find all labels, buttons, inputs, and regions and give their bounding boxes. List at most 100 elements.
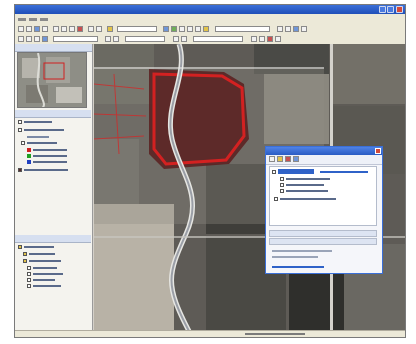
open-icon[interactable] xyxy=(26,26,32,32)
image-analysis-combo[interactable] xyxy=(193,36,243,42)
pan-icon[interactable] xyxy=(34,36,40,42)
tree-item-label[interactable] xyxy=(286,184,324,186)
band-label xyxy=(33,161,67,163)
folder-icon[interactable] xyxy=(18,245,22,249)
folder-icon[interactable] xyxy=(23,259,27,263)
copy-icon[interactable] xyxy=(61,26,67,32)
close-icon[interactable] xyxy=(396,6,403,13)
dataset-name[interactable] xyxy=(33,267,57,269)
save-icon[interactable] xyxy=(34,26,40,32)
layer-combo[interactable] xyxy=(215,26,270,32)
maximize-icon[interactable] xyxy=(387,6,394,13)
dataset-name[interactable] xyxy=(33,273,63,275)
tool-icon-a[interactable] xyxy=(277,26,283,32)
dataset-name[interactable] xyxy=(33,279,55,281)
tree-item-label[interactable] xyxy=(286,190,328,192)
dataset-icon[interactable] xyxy=(27,272,31,276)
paste-icon[interactable] xyxy=(69,26,75,32)
menu-view[interactable] xyxy=(40,18,48,21)
close-icon[interactable] xyxy=(375,148,381,154)
layer-checkbox[interactable] xyxy=(18,128,22,132)
menu-edit[interactable] xyxy=(29,18,37,21)
group-checkbox[interactable] xyxy=(21,141,25,145)
full-extent-icon[interactable] xyxy=(42,36,48,42)
draw-icon[interactable] xyxy=(267,36,273,42)
expand-icon[interactable] xyxy=(272,170,276,174)
dataset-icon[interactable] xyxy=(27,266,31,270)
node-icon xyxy=(274,197,278,201)
dialog-link[interactable] xyxy=(272,266,324,268)
layer-name[interactable] xyxy=(24,169,68,171)
map-scale-combo[interactable] xyxy=(117,26,157,32)
transparency-slider[interactable] xyxy=(125,36,165,42)
redo-icon[interactable] xyxy=(96,26,102,32)
text-icon[interactable] xyxy=(275,36,281,42)
table-of-contents xyxy=(15,110,91,230)
status-bar xyxy=(15,330,405,337)
selected-tree-item[interactable] xyxy=(278,169,314,174)
measure-icon[interactable] xyxy=(173,36,179,42)
tree-item-label[interactable] xyxy=(286,178,330,180)
dialog-field[interactable] xyxy=(272,256,318,258)
zoom-out-icon[interactable] xyxy=(26,36,32,42)
layer-name[interactable] xyxy=(24,129,64,131)
tree-item-label[interactable] xyxy=(320,171,368,173)
dataset-icon[interactable] xyxy=(27,278,31,282)
dialog-section-header[interactable] xyxy=(269,230,377,237)
remove-icon[interactable] xyxy=(285,156,291,162)
layer-tree xyxy=(269,166,377,226)
select-icon[interactable] xyxy=(113,36,119,42)
toc-title xyxy=(15,110,91,118)
delete-icon[interactable] xyxy=(77,26,83,32)
toc-icon[interactable] xyxy=(171,26,177,32)
tool-icon-c[interactable] xyxy=(293,26,299,32)
flicker-icon[interactable] xyxy=(259,36,265,42)
new-icon[interactable] xyxy=(18,26,24,32)
tool-icon-b[interactable] xyxy=(285,26,291,32)
folder-name[interactable] xyxy=(29,253,55,255)
add-icon[interactable] xyxy=(269,156,275,162)
layer-properties-dialog xyxy=(265,146,383,274)
band-swatch xyxy=(27,160,31,164)
group-name[interactable] xyxy=(27,142,57,144)
band-swatch xyxy=(27,148,31,152)
editor-icon[interactable] xyxy=(163,26,169,32)
layer-checkbox[interactable] xyxy=(18,120,22,124)
print-icon[interactable] xyxy=(42,26,48,32)
layer-name[interactable] xyxy=(24,121,52,123)
tree-item-label[interactable] xyxy=(280,198,336,200)
catalog-icon[interactable] xyxy=(179,26,185,32)
menu-file[interactable] xyxy=(18,18,26,21)
node-icon xyxy=(280,189,284,193)
identify-icon[interactable] xyxy=(105,36,111,42)
band-label xyxy=(33,149,67,151)
folder-name[interactable] xyxy=(24,246,54,248)
swipe-icon[interactable] xyxy=(251,36,257,42)
zoom-in-icon[interactable] xyxy=(18,36,24,42)
dataset-icon[interactable] xyxy=(27,284,31,288)
dialog-field[interactable] xyxy=(272,250,332,252)
undo-icon[interactable] xyxy=(88,26,94,32)
catalog-title xyxy=(15,235,91,243)
arctoolbox-icon[interactable] xyxy=(195,26,201,32)
dataset-name[interactable] xyxy=(33,285,61,287)
dialog-section-header[interactable] xyxy=(269,238,377,245)
dialog-title-bar xyxy=(266,147,382,155)
folder-icon[interactable] xyxy=(277,156,283,162)
minimize-icon[interactable] xyxy=(379,6,386,13)
hyperlink-icon[interactable] xyxy=(181,36,187,42)
folder-name[interactable] xyxy=(29,260,61,262)
cut-icon[interactable] xyxy=(53,26,59,32)
catalog-panel xyxy=(15,235,91,337)
dialog-toolbar xyxy=(266,155,382,165)
refresh-icon[interactable] xyxy=(293,156,299,162)
node-icon xyxy=(280,183,284,187)
folder-icon[interactable] xyxy=(23,252,27,256)
add-data-icon[interactable] xyxy=(107,26,113,32)
georeferencing-layer-combo[interactable] xyxy=(53,36,98,42)
layer-checkbox[interactable] xyxy=(18,168,22,172)
search-icon[interactable] xyxy=(187,26,193,32)
tool-icon-d[interactable] xyxy=(301,26,307,32)
left-dock xyxy=(15,44,93,337)
python-icon[interactable] xyxy=(203,26,209,32)
